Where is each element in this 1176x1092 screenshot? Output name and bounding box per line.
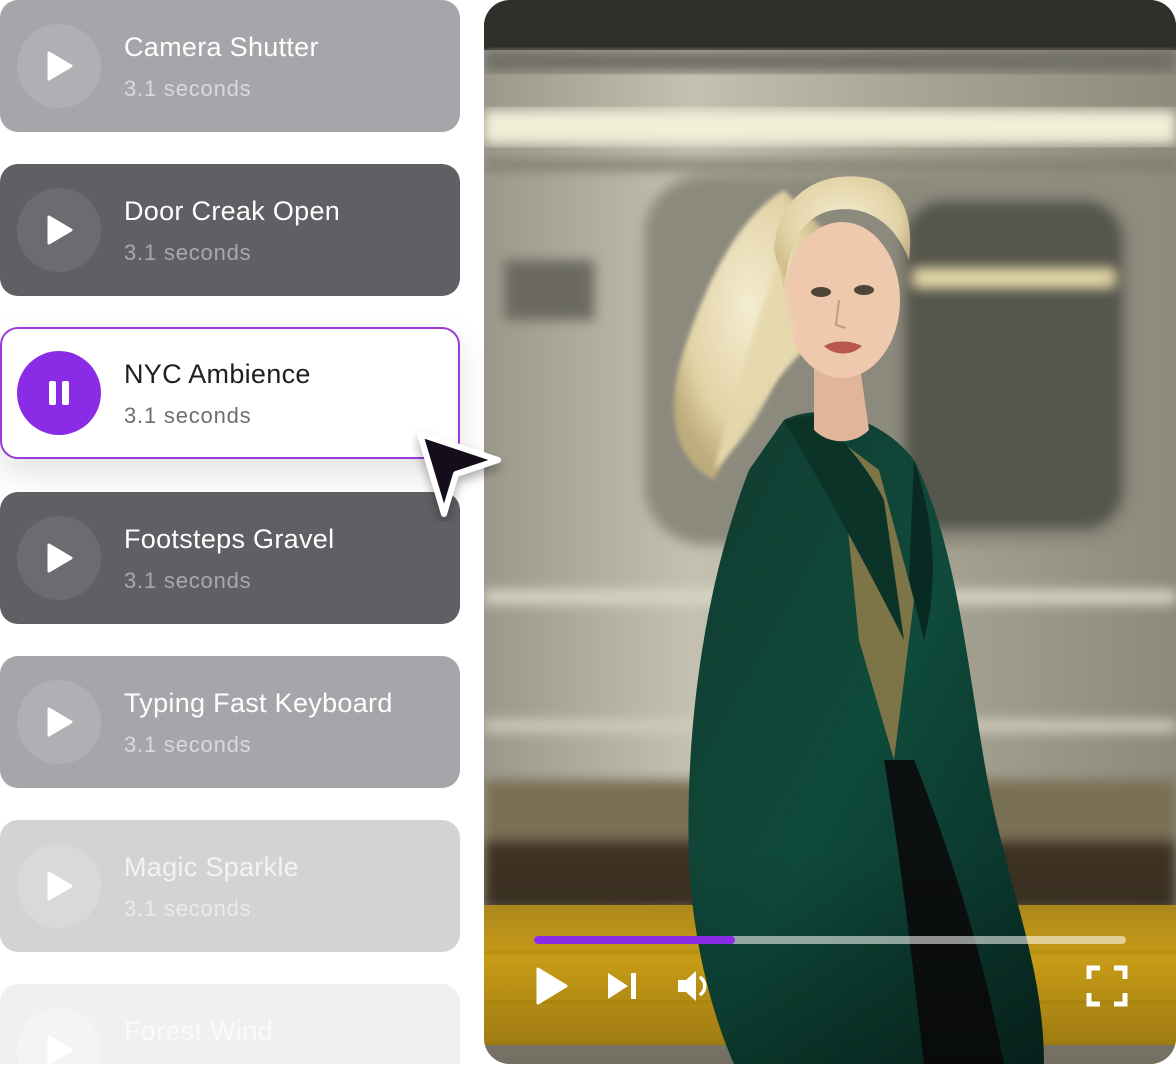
skip-next-button[interactable] <box>604 962 640 1010</box>
sound-effects-list: Camera Shutter 3.1 seconds Door Creak Op… <box>0 0 460 1092</box>
sound-duration: 3.1 seconds <box>124 732 252 757</box>
sound-item-door-creak-open[interactable]: Door Creak Open 3.1 seconds <box>0 164 460 296</box>
play-icon <box>47 1035 73 1065</box>
sound-title: NYC Ambience <box>124 359 311 389</box>
sound-item-camera-shutter[interactable]: Camera Shutter 3.1 seconds <box>0 0 460 132</box>
sound-title: Door Creak Open <box>124 196 341 226</box>
sound-title: Typing Fast Keyboard <box>124 688 393 718</box>
mouse-pointer-icon <box>417 431 501 517</box>
play-button[interactable] <box>532 962 572 1010</box>
progress-fill <box>534 936 736 944</box>
sound-duration: 3.1 seconds <box>124 568 252 593</box>
sound-item-nyc-ambience[interactable]: NYC Ambience 3.1 seconds <box>0 327 460 459</box>
sound-item-forest-wind[interactable]: Forest Wind <box>0 984 460 1092</box>
video-player[interactable] <box>484 0 1176 1064</box>
play-icon <box>47 707 73 737</box>
play-button[interactable] <box>17 844 101 928</box>
sound-item-magic-sparkle[interactable]: Magic Sparkle 3.1 seconds <box>0 820 460 952</box>
pause-icon <box>49 381 69 405</box>
sound-title: Camera Shutter <box>124 32 319 62</box>
play-button[interactable] <box>17 516 101 600</box>
fullscreen-button[interactable] <box>1084 962 1130 1010</box>
sound-duration: 3.1 seconds <box>124 403 252 428</box>
play-icon <box>47 543 73 573</box>
play-icon <box>47 215 73 245</box>
sound-item-footsteps-gravel[interactable]: Footsteps Gravel 3.1 seconds <box>0 492 460 624</box>
play-icon <box>536 967 568 1005</box>
sound-duration: 3.1 seconds <box>124 896 252 921</box>
progress-bar[interactable] <box>534 936 1126 944</box>
sound-title: Forest Wind <box>124 1016 273 1046</box>
pause-button[interactable] <box>17 351 101 435</box>
volume-button[interactable] <box>674 962 714 1010</box>
skip-next-icon <box>608 973 636 999</box>
play-icon <box>47 51 73 81</box>
volume-icon <box>678 971 707 1001</box>
sound-duration: 3.1 seconds <box>124 76 252 101</box>
play-button[interactable] <box>17 680 101 764</box>
play-button[interactable] <box>17 188 101 272</box>
sound-title: Footsteps Gravel <box>124 524 335 554</box>
sound-item-typing-fast-keyboard[interactable]: Typing Fast Keyboard 3.1 seconds <box>0 656 460 788</box>
video-frame <box>484 0 1176 1064</box>
play-button[interactable] <box>17 1008 101 1092</box>
play-button[interactable] <box>17 24 101 108</box>
fullscreen-icon <box>1086 965 1128 1007</box>
sound-duration: 3.1 seconds <box>124 240 252 265</box>
sound-title: Magic Sparkle <box>124 852 299 882</box>
play-icon <box>47 871 73 901</box>
